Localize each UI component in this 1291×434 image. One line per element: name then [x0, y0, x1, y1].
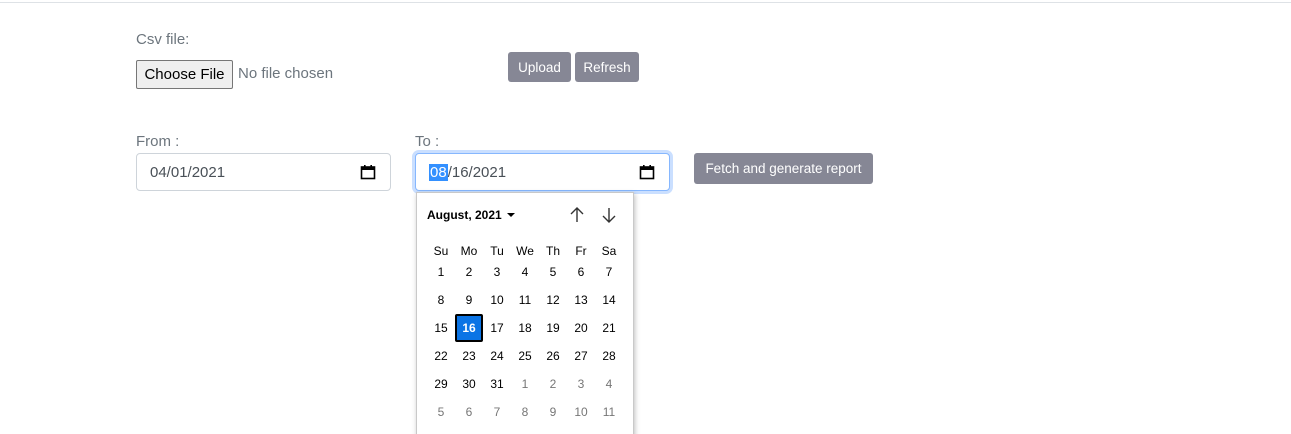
- calendar-day[interactable]: 10: [483, 286, 511, 314]
- calendar-day[interactable]: 29: [427, 370, 455, 398]
- csv-file-label: Csv file:: [136, 31, 190, 48]
- calendar-day[interactable]: 28: [595, 342, 623, 370]
- file-status-text: No file chosen: [238, 65, 334, 82]
- to-date-rest: /16/2021: [447, 163, 507, 181]
- calendar-day[interactable]: 3: [567, 370, 595, 398]
- calendar-day[interactable]: 24: [483, 342, 511, 370]
- calendar-day[interactable]: 21: [595, 314, 623, 342]
- calendar-icon[interactable]: [639, 164, 655, 180]
- top-divider: [0, 2, 1291, 3]
- month-year-selector[interactable]: August, 2021: [427, 208, 515, 222]
- calendar-day[interactable]: 25: [511, 342, 539, 370]
- calendar-day[interactable]: 18: [511, 314, 539, 342]
- calendar-day[interactable]: 6: [567, 258, 595, 286]
- calendar-day[interactable]: 5: [427, 398, 455, 426]
- calendar-day[interactable]: 9: [539, 398, 567, 426]
- calendar-day[interactable]: 27: [567, 342, 595, 370]
- calendar-day[interactable]: 5: [539, 258, 567, 286]
- to-date-month-segment[interactable]: 08: [429, 163, 448, 181]
- calendar-day[interactable]: 4: [511, 258, 539, 286]
- calendar-day[interactable]: 8: [427, 286, 455, 314]
- calendar-day[interactable]: 26: [539, 342, 567, 370]
- choose-file-button[interactable]: Choose File: [136, 60, 233, 89]
- arrow-up-icon[interactable]: [567, 205, 587, 225]
- calendar-day[interactable]: 11: [511, 286, 539, 314]
- calendar-day[interactable]: 20: [567, 314, 595, 342]
- month-year-label: August, 2021: [427, 208, 502, 222]
- calendar-day[interactable]: 23: [455, 342, 483, 370]
- calendar-icon[interactable]: [360, 164, 376, 180]
- from-date-input[interactable]: 04/01/2021: [136, 153, 391, 191]
- upload-button[interactable]: Upload: [508, 52, 571, 82]
- calendar-day[interactable]: 9: [455, 286, 483, 314]
- calendar-day[interactable]: 10: [567, 398, 595, 426]
- from-label: From :: [136, 133, 180, 150]
- calendar-day[interactable]: 30: [455, 370, 483, 398]
- calendar-day[interactable]: 2: [539, 370, 567, 398]
- date-picker-popup: August, 2021 Su Mo Tu We Th Fr Sa 1 2 3 4 5 6 7 8 9 10 11…: [416, 192, 634, 434]
- calendar-day[interactable]: 11: [595, 398, 623, 426]
- calendar-day[interactable]: 17: [483, 314, 511, 342]
- selected-day[interactable]: 16: [455, 314, 483, 342]
- calendar-day[interactable]: 15: [427, 314, 455, 342]
- fetch-report-button[interactable]: Fetch and generate report: [694, 153, 873, 184]
- calendar-day[interactable]: 14: [595, 286, 623, 314]
- calendar-day[interactable]: 6: [455, 398, 483, 426]
- calendar-day[interactable]: 1: [511, 370, 539, 398]
- calendar-day[interactable]: 3: [483, 258, 511, 286]
- calendar-day[interactable]: 4: [595, 370, 623, 398]
- calendar-day[interactable]: 7: [483, 398, 511, 426]
- calendar-day[interactable]: 8: [511, 398, 539, 426]
- refresh-button[interactable]: Refresh: [575, 52, 639, 82]
- calendar-day[interactable]: 2: [455, 258, 483, 286]
- calendar-day[interactable]: 12: [539, 286, 567, 314]
- calendar-day[interactable]: 1: [427, 258, 455, 286]
- to-date-input[interactable]: 08/16/2021: [415, 153, 670, 191]
- from-date-value: 04/01/2021: [150, 163, 226, 181]
- to-label: To :: [415, 133, 440, 150]
- arrow-down-icon[interactable]: [599, 205, 619, 225]
- calendar-day[interactable]: 31: [483, 370, 511, 398]
- calendar-day[interactable]: 19: [539, 314, 567, 342]
- calendar-day[interactable]: 22: [427, 342, 455, 370]
- caret-down-icon: [506, 213, 515, 217]
- calendar-day[interactable]: 13: [567, 286, 595, 314]
- calendar-day[interactable]: 7: [595, 258, 623, 286]
